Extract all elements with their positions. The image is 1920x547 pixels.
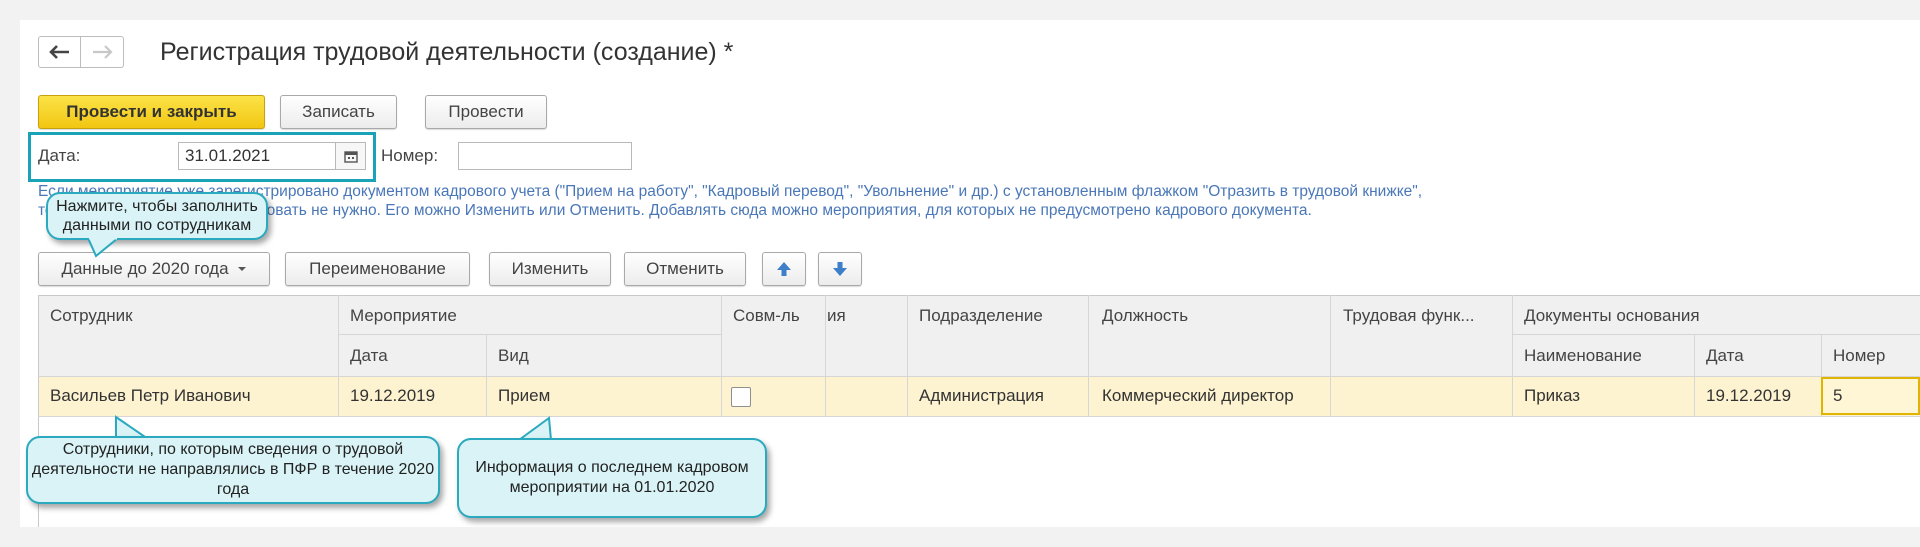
cell-kind[interactable]: Прием bbox=[498, 386, 550, 406]
col-position[interactable]: Должность bbox=[1102, 306, 1188, 326]
col-line bbox=[1088, 295, 1089, 416]
row-bottom-line bbox=[38, 416, 1920, 417]
col-event-date[interactable]: Дата bbox=[350, 346, 388, 366]
col-doc-name[interactable]: Наименование bbox=[1524, 346, 1642, 366]
arrow-down-icon bbox=[833, 262, 847, 276]
cell-employee[interactable]: Васильев Петр Иванович bbox=[50, 386, 251, 406]
data-2020-label: Данные до 2020 года bbox=[61, 259, 229, 278]
col-line bbox=[486, 334, 487, 416]
header-divider-docs bbox=[1512, 334, 1920, 335]
col-line bbox=[1330, 295, 1331, 416]
col-labor-function[interactable]: Трудовая функ... bbox=[1343, 306, 1475, 326]
col-combination[interactable]: Совм-ль bbox=[733, 306, 800, 326]
save-button[interactable]: Записать bbox=[280, 95, 397, 129]
date-label: Дата: bbox=[38, 146, 81, 165]
cell-doc-number: 5 bbox=[1833, 386, 1843, 405]
cancel-event-button[interactable]: Отменить bbox=[624, 252, 746, 286]
chevron-down-icon bbox=[237, 267, 246, 271]
document-window: Регистрация трудовой деятельности (созда… bbox=[20, 20, 1920, 527]
forward-button[interactable] bbox=[81, 36, 124, 68]
col-line bbox=[907, 295, 908, 416]
move-up-button[interactable] bbox=[762, 252, 806, 286]
callout-tail bbox=[86, 238, 120, 258]
employees-hint-callout: Сотрудники, по которым сведения о трудов… bbox=[26, 436, 440, 504]
number-field[interactable] bbox=[458, 142, 632, 170]
col-department[interactable]: Подразделение bbox=[919, 306, 1043, 326]
data-2020-dropdown[interactable]: Данные до 2020 года bbox=[38, 252, 270, 286]
col-line bbox=[1694, 334, 1695, 416]
arrow-right-icon bbox=[93, 45, 113, 59]
cell-department[interactable]: Администрация bbox=[919, 386, 1044, 406]
col-basis-docs[interactable]: Документы основания bbox=[1524, 306, 1700, 326]
page-title: Регистрация трудовой деятельности (созда… bbox=[160, 38, 734, 66]
calendar-icon bbox=[343, 150, 358, 163]
col-event-kind[interactable]: Вид bbox=[498, 346, 529, 366]
combination-checkbox[interactable] bbox=[731, 387, 751, 407]
move-down-button[interactable] bbox=[818, 252, 862, 286]
header-bottom-line bbox=[38, 376, 1920, 377]
col-line bbox=[1512, 295, 1513, 416]
header-divider-event bbox=[338, 334, 721, 335]
calendar-button[interactable] bbox=[336, 142, 366, 170]
cell-doc-name[interactable]: Приказ bbox=[1524, 386, 1580, 406]
col-line bbox=[338, 295, 339, 416]
post-and-close-button[interactable]: Провести и закрыть bbox=[38, 95, 265, 129]
change-button[interactable]: Изменить bbox=[489, 252, 611, 286]
number-label: Номер: bbox=[381, 146, 439, 165]
last-event-hint-callout: Информация о последнем кадровом мероприя… bbox=[457, 438, 767, 518]
doc-number-input[interactable]: 5 bbox=[1821, 377, 1920, 415]
fill-hint-callout: Нажмите, чтобы заполнить данными по сотр… bbox=[46, 192, 268, 240]
post-button[interactable]: Провести bbox=[425, 95, 547, 129]
cell-position[interactable]: Коммерческий директор bbox=[1102, 386, 1294, 406]
cell-date[interactable]: 19.12.2019 bbox=[350, 386, 435, 406]
back-button[interactable] bbox=[38, 36, 81, 68]
col-line bbox=[825, 295, 826, 416]
col-event[interactable]: Мероприятие bbox=[350, 306, 457, 326]
arrow-left-icon bbox=[48, 45, 69, 59]
cell-doc-date[interactable]: 19.12.2019 bbox=[1706, 386, 1791, 406]
col-line bbox=[721, 295, 722, 416]
col-doc-number[interactable]: Номер bbox=[1833, 346, 1885, 366]
col-employee[interactable]: Сотрудник bbox=[50, 306, 133, 326]
rename-button[interactable]: Переименование bbox=[285, 252, 470, 286]
col-doc-date[interactable]: Дата bbox=[1706, 346, 1744, 366]
col-partial[interactable]: ия bbox=[827, 306, 846, 326]
arrow-up-icon bbox=[777, 262, 791, 276]
date-field[interactable]: 31.01.2021 bbox=[178, 142, 336, 170]
